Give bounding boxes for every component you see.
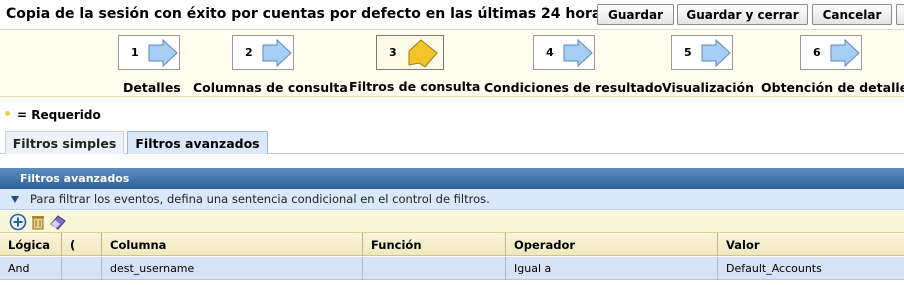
step-label: Obtención de detalles [761, 80, 904, 95]
info-bar: Para filtrar los eventos, defina una sen… [0, 189, 904, 210]
arrow-right-icon [563, 39, 593, 67]
step-label: Columnas de consulta [193, 80, 348, 95]
step-5-box[interactable]: 5 [671, 35, 733, 70]
arrow-right-icon [148, 39, 178, 67]
tab-advanced-filters[interactable]: Filtros avanzados [127, 131, 268, 154]
title-bar: Copia de la sesión con éxito por cuentas… [0, 0, 904, 30]
wizard-step-2[interactable]: 2 Columnas de consulta [180, 33, 350, 95]
delete-icon[interactable] [29, 213, 47, 231]
page-title: Copia de la sesión con éxito por cuentas… [6, 6, 610, 22]
step-number: 2 [245, 46, 253, 59]
cell-column[interactable]: dest_username [102, 257, 363, 280]
step-number: 5 [684, 46, 692, 59]
cell-paren[interactable] [62, 257, 102, 280]
column-header-paren[interactable]: ( [62, 233, 102, 256]
grid-header: Lógica ( Columna Función Operador Valor [0, 233, 904, 256]
step-3-box[interactable]: 3 [376, 35, 444, 70]
cell-logic[interactable]: And [0, 257, 62, 280]
cell-value[interactable]: Default_Accounts [718, 257, 904, 280]
step-2-box[interactable]: 2 [232, 35, 294, 70]
add-icon[interactable] [9, 213, 27, 231]
step-number: 4 [546, 46, 554, 59]
tab-simple-filters[interactable]: Filtros simples [5, 131, 124, 154]
wizard-step-6[interactable]: 6 Obtención de detalles [758, 33, 904, 95]
wizard-step-3[interactable]: 3 Filtros de consulta [345, 33, 480, 95]
wizard-step-5[interactable]: 5 Visualización [660, 33, 760, 95]
panel-header: Filtros avanzados [0, 168, 904, 189]
column-header-logic[interactable]: Lógica [0, 233, 62, 256]
cell-operator[interactable]: Igual a [506, 257, 718, 280]
filter-toolbar [0, 211, 904, 233]
wizard-step-1[interactable]: 1 Detalles [0, 33, 181, 95]
step-number: 6 [813, 46, 821, 59]
step-label: Filtros de consulta [349, 79, 481, 94]
required-text: = Requerido [17, 108, 101, 122]
arrow-down-current-icon [408, 39, 438, 68]
filter-tabs: Filtros simples Filtros avanzados [0, 128, 904, 154]
step-1-box[interactable]: 1 [118, 35, 180, 70]
cell-function[interactable] [363, 257, 506, 280]
overflow-button[interactable] [896, 4, 904, 25]
arrow-right-icon [701, 39, 731, 67]
required-note: = Requerido [5, 108, 101, 122]
info-text: Para filtrar los eventos, defina una sen… [30, 192, 490, 206]
step-number: 3 [389, 46, 397, 59]
info-triangle-icon [11, 196, 19, 203]
column-header-operator[interactable]: Operador [506, 233, 718, 256]
column-header-column[interactable]: Columna [102, 233, 363, 256]
step-label: Condiciones de resultado [484, 80, 663, 95]
column-header-value[interactable]: Valor [718, 233, 904, 256]
eraser-icon[interactable] [49, 213, 67, 231]
step-number: 1 [131, 46, 139, 59]
table-row[interactable]: And dest_username Igual a Default_Accoun… [0, 257, 904, 280]
required-dot-icon [5, 111, 10, 116]
column-header-function[interactable]: Función [363, 233, 506, 256]
wizard-step-4[interactable]: 4 Condiciones de resultado [480, 33, 663, 95]
arrow-right-icon [830, 39, 860, 67]
wizard-steps: 1 Detalles 2 Columnas de consulta 3 Filt… [0, 31, 904, 97]
step-4-box[interactable]: 4 [533, 35, 595, 70]
arrow-right-icon [262, 39, 292, 67]
cancel-button[interactable]: Cancelar [812, 4, 892, 25]
step-label: Detalles [123, 80, 181, 95]
step-6-box[interactable]: 6 [800, 35, 862, 70]
save-and-close-button[interactable]: Guardar y cerrar [677, 4, 808, 25]
save-button[interactable]: Guardar [597, 4, 674, 25]
step-label: Visualización [662, 80, 754, 95]
